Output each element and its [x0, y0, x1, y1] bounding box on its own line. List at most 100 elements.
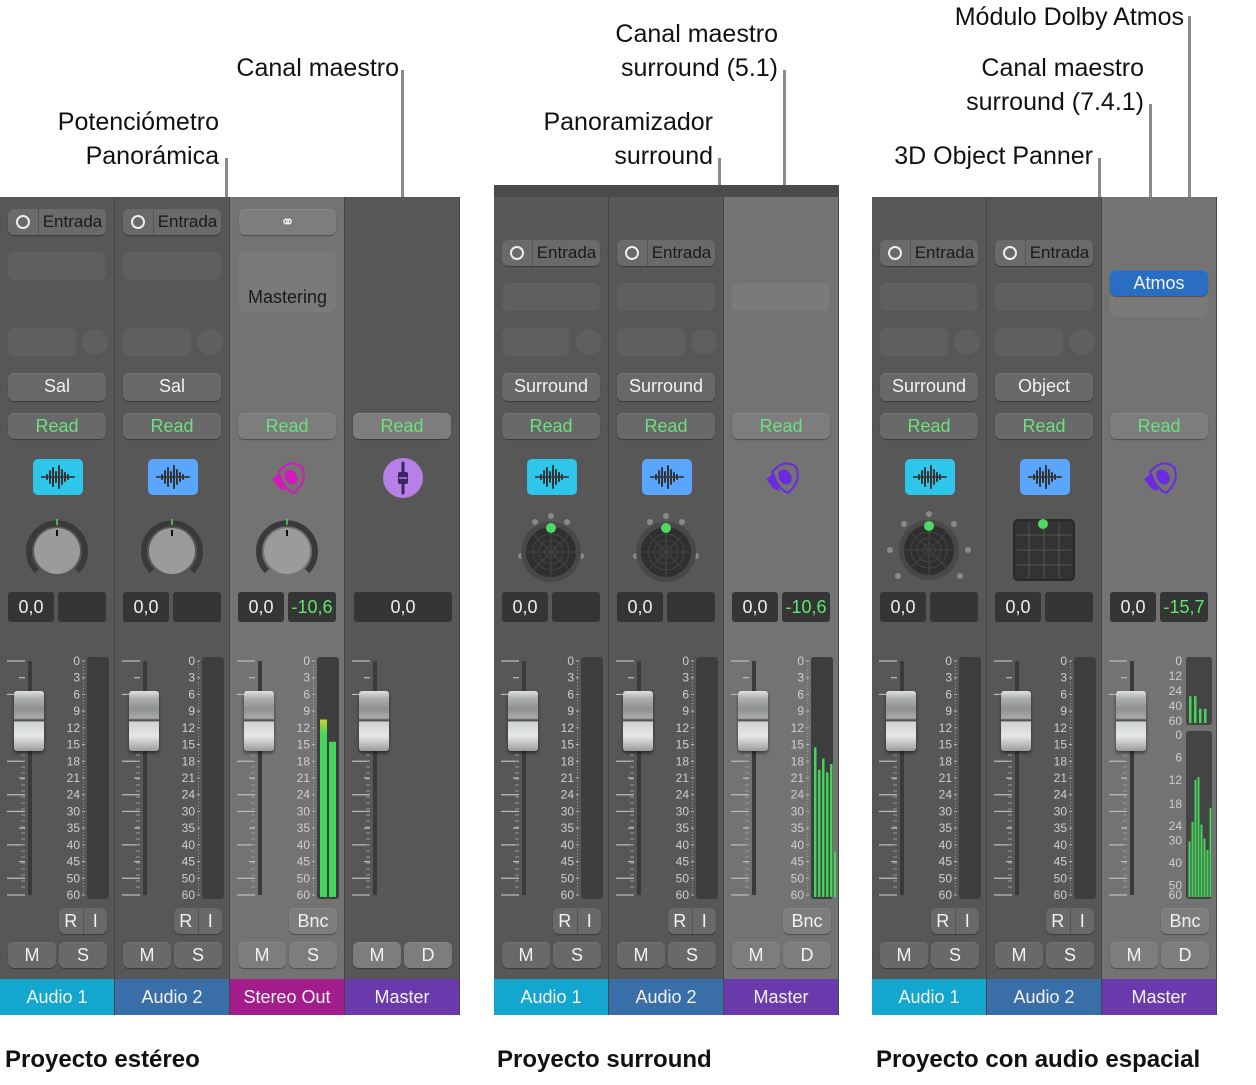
send-slot[interactable] — [880, 328, 948, 356]
automation-mode-button[interactable]: Read — [8, 413, 106, 439]
volume-value[interactable]: 0,0 — [617, 592, 663, 622]
record-enable-button[interactable]: R — [1046, 908, 1071, 934]
automation-mode-button[interactable]: Read — [880, 413, 978, 439]
surround-panner-wrap[interactable] — [884, 510, 974, 595]
track-name[interactable]: Master — [1102, 979, 1216, 1015]
audio-fx-slot[interactable] — [617, 283, 715, 311]
pan-knob-wrap[interactable] — [22, 515, 92, 590]
pan-knob-wrap[interactable] — [137, 515, 207, 590]
track-name[interactable]: Master — [345, 979, 459, 1015]
peak-level-value[interactable] — [552, 592, 600, 622]
send-level-knob[interactable] — [691, 329, 717, 355]
track-name[interactable]: Audio 1 — [0, 979, 114, 1015]
dim-button[interactable]: D — [1161, 942, 1209, 968]
volume-fader-handle[interactable] — [508, 691, 538, 751]
dolby-atmos-plugin-button[interactable]: Atmos — [1110, 270, 1208, 296]
input-monitor-button[interactable]: I — [693, 908, 717, 934]
mute-button[interactable]: M — [617, 942, 665, 968]
solo-button[interactable]: S — [174, 942, 222, 968]
record-enable-button[interactable]: R — [668, 908, 693, 934]
peak-level-value[interactable]: -10,6 — [288, 592, 336, 622]
input-button[interactable]: Entrada — [995, 240, 1093, 266]
volume-fader-handle[interactable] — [738, 691, 768, 751]
input-button[interactable]: Entrada — [502, 240, 600, 266]
input-monitor-toggle[interactable] — [8, 209, 39, 235]
audio-fx-slot[interactable] — [880, 283, 978, 311]
send-slot[interactable] — [502, 328, 570, 356]
automation-mode-button[interactable]: Read — [123, 413, 221, 439]
input-monitor-toggle[interactable] — [617, 240, 648, 266]
volume-value[interactable]: 0,0 — [123, 592, 169, 622]
input-monitor-toggle[interactable] — [880, 240, 911, 266]
automation-mode-button[interactable]: Read — [1110, 413, 1208, 439]
output-button[interactable]: Sal — [8, 373, 106, 401]
volume-fader-handle[interactable] — [886, 691, 916, 751]
input-monitor-button[interactable]: I — [956, 908, 980, 934]
surround-panner-wrap[interactable] — [506, 510, 596, 595]
solo-button[interactable]: S — [289, 942, 337, 968]
mute-button[interactable]: M — [995, 942, 1043, 968]
track-name[interactable]: Audio 2 — [987, 979, 1101, 1015]
mastering-assistant-slot[interactable]: Mastering — [239, 252, 336, 312]
automation-mode-button[interactable]: Read — [238, 413, 336, 439]
peak-level-value[interactable]: -10,6 — [782, 592, 830, 622]
peak-level-value[interactable] — [1045, 592, 1093, 622]
mute-button[interactable]: M — [238, 942, 286, 968]
volume-value[interactable]: 0,0 — [238, 592, 284, 622]
input-monitor-button[interactable]: I — [578, 908, 602, 934]
input-monitor-button[interactable]: I — [1071, 908, 1095, 934]
input-button[interactable]: Entrada — [8, 209, 106, 235]
solo-button[interactable]: S — [553, 942, 601, 968]
mute-button[interactable]: M — [880, 942, 928, 968]
volume-fader-handle[interactable] — [1116, 691, 1146, 751]
peak-level-value[interactable] — [58, 592, 106, 622]
dim-button[interactable]: D — [404, 942, 452, 968]
peak-level-value[interactable] — [667, 592, 715, 622]
send-slot[interactable] — [617, 328, 685, 356]
track-name[interactable]: Audio 1 — [872, 979, 986, 1015]
bounce-button[interactable]: Bnc — [289, 908, 337, 934]
output-button[interactable]: Surround — [880, 373, 978, 401]
surround-panner-wrap[interactable] — [621, 510, 711, 595]
volume-value[interactable]: 0,0 — [502, 592, 548, 622]
audio-fx-slot[interactable] — [8, 252, 106, 280]
send-level-knob[interactable] — [954, 329, 980, 355]
audio-fx-slot[interactable] — [502, 283, 600, 311]
output-button[interactable]: Surround — [617, 373, 715, 401]
send-level-knob[interactable] — [82, 329, 108, 355]
audio-fx-slot[interactable] — [732, 283, 830, 311]
audio-fx-slot[interactable] — [123, 252, 221, 280]
input-monitor-toggle[interactable] — [502, 240, 533, 266]
automation-mode-button[interactable]: Read — [502, 413, 600, 439]
stereo-link-button[interactable]: ⚭ — [239, 209, 336, 235]
send-level-knob[interactable] — [576, 329, 602, 355]
volume-value[interactable]: 0,0 — [8, 592, 54, 622]
automation-mode-button[interactable]: Read — [353, 413, 451, 439]
send-slot[interactable] — [123, 328, 191, 356]
volume-fader-handle[interactable] — [623, 691, 653, 751]
bounce-button[interactable]: Bnc — [783, 908, 831, 934]
mute-button[interactable]: M — [8, 942, 56, 968]
volume-fader-handle[interactable] — [244, 691, 274, 751]
mute-button[interactable]: M — [1110, 942, 1158, 968]
automation-mode-button[interactable]: Read — [617, 413, 715, 439]
record-enable-button[interactable]: R — [553, 908, 578, 934]
track-name[interactable]: Audio 1 — [494, 979, 608, 1015]
input-monitor-toggle[interactable] — [995, 240, 1026, 266]
volume-value[interactable]: 0,0 — [1110, 592, 1156, 622]
volume-fader-handle[interactable] — [14, 691, 44, 751]
input-monitor-button[interactable]: I — [84, 908, 108, 934]
volume-value[interactable]: 0,0 — [995, 592, 1041, 622]
track-name[interactable]: Master — [724, 979, 838, 1015]
record-enable-button[interactable]: R — [931, 908, 956, 934]
volume-value[interactable]: 0,0 — [732, 592, 778, 622]
send-level-knob[interactable] — [197, 329, 223, 355]
solo-button[interactable]: S — [59, 942, 107, 968]
send-slot[interactable] — [8, 328, 76, 356]
object-panner-wrap[interactable] — [1009, 515, 1079, 590]
solo-button[interactable]: S — [668, 942, 716, 968]
mute-button[interactable]: M — [502, 942, 550, 968]
solo-button[interactable]: S — [931, 942, 979, 968]
automation-mode-button[interactable]: Read — [732, 413, 830, 439]
automation-mode-button[interactable]: Read — [995, 413, 1093, 439]
